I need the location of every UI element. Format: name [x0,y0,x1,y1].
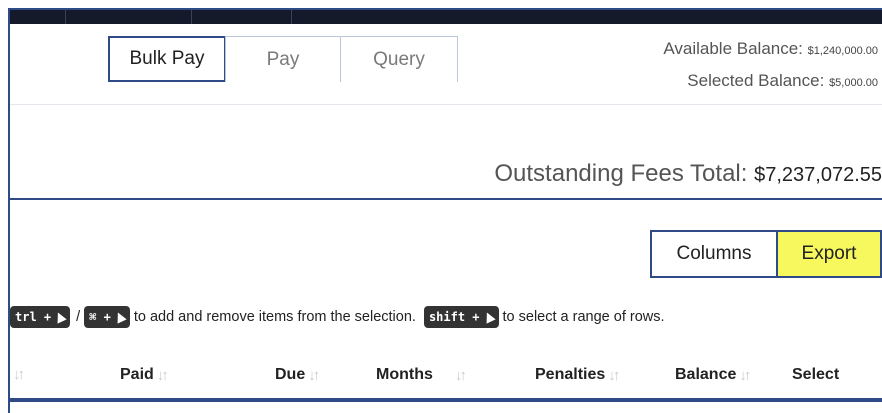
sort-icon: ↓↑ [454,366,467,384]
column-header-label: Penalties [535,366,606,383]
export-button[interactable]: Export [778,230,882,278]
cursor-icon [113,310,127,324]
hint-slash: / [76,309,81,325]
available-balance: Available Balance: $1,240,000.00 [663,34,878,66]
sort-icon: ↓↑ [308,366,320,384]
cmd-key-label: ⌘ + [89,310,111,324]
divider [10,104,882,105]
range-hint-text: to select a range of rows. [502,309,665,325]
balances-panel: Available Balance: $1,240,000.00 Selecte… [663,34,878,98]
table-actions: Columns Export [650,230,882,278]
column-header-due[interactable]: Due ↓↑ [275,366,320,384]
outstanding-fees-total: $7,237,072.55 [754,164,882,186]
outstanding-fees: Outstanding Fees Total: $7,237,072.55 [494,160,882,188]
tab-bar: Bulk Pay Pay Query [108,36,458,82]
sort-icon: ↓↑ [13,366,25,383]
top-bar-segment [192,10,292,24]
table-header-divider [10,398,882,402]
available-balance-label: Available Balance: [663,39,803,58]
column-header-paid[interactable]: Paid ↓↑ [120,366,169,384]
column-header-label: Paid [120,366,154,383]
column-header-label: Select [792,366,840,383]
sort-icon: ↓↑ [608,366,620,384]
shift-key-label: shift + [428,310,480,324]
shift-click-key: shift + [423,306,499,328]
selected-balance: Selected Balance: $5,000.00 [663,66,878,98]
top-bar-segment [66,10,192,24]
column-header-label: Months [376,366,433,383]
column-header-penalties[interactable]: Penalties ↓↑ [535,366,620,384]
tab-query[interactable]: Query [340,36,458,82]
column-header-select: Select [792,366,839,384]
ctrl-key-label: trl + [15,310,52,324]
available-balance-amount: $1,240,000.00 [807,45,878,57]
tab-bulk-pay[interactable]: Bulk Pay [108,36,226,82]
cursor-icon [53,310,67,324]
cmd-click-key: ⌘ + [84,306,130,328]
selected-balance-label: Selected Balance: [687,71,825,90]
sort-icon: ↓↑ [739,366,751,384]
divider [10,198,882,200]
column-header-label: Due [275,366,306,383]
table-header: ↓↑ Paid ↓↑ Due ↓↑ Months ↓↑ Penalties ↓↑… [10,358,882,398]
top-bar-segment [10,10,66,24]
outstanding-fees-label: Outstanding Fees Total: [494,160,748,187]
cursor-icon [481,310,496,324]
add-remove-hint-text: to add and remove items from the selecti… [133,309,416,325]
panel: Bulk Pay Pay Query Available Balance: $1… [8,8,882,413]
column-header-first[interactable]: ↓↑ [10,366,25,383]
top-bar [10,10,882,24]
ctrl-click-key: trl + [10,306,71,328]
columns-button[interactable]: Columns [650,230,778,278]
column-header-months[interactable]: Months ↓↑ [376,366,467,384]
tab-pay[interactable]: Pay [225,36,341,82]
selected-balance-amount: $5,000.00 [829,77,878,89]
sort-icon: ↓↑ [156,366,169,384]
column-header-balance[interactable]: Balance ↓↑ [675,366,751,384]
selection-hint: trl + / ⌘ + to add and remove items from… [10,306,665,328]
column-header-label: Balance [675,366,737,383]
